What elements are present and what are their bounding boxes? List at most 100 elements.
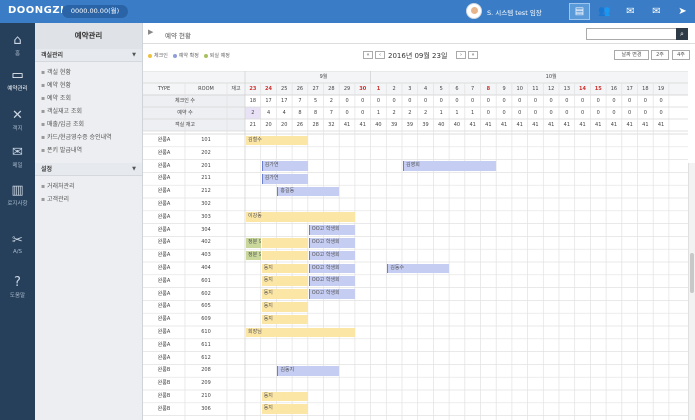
- month-label: 9월: [319, 74, 328, 80]
- reservation-bar[interactable]: [261, 250, 308, 261]
- prev-month-button[interactable]: «: [363, 51, 373, 59]
- summary-value: 7: [329, 110, 333, 116]
- summary-value: 0: [345, 98, 349, 104]
- nav-item-5[interactable]: ✂ A/S: [0, 233, 35, 255]
- nav-item-2[interactable]: ✕ 객지: [0, 108, 35, 132]
- nav-item-0[interactable]: ⌂ 홈: [0, 33, 35, 57]
- app-logo[interactable]: DOONGZI: [8, 5, 64, 16]
- summary-value: 4: [266, 110, 271, 116]
- nav-item-label: 메일: [12, 163, 23, 169]
- col-header-stock: 재고: [231, 86, 241, 92]
- reservation-bar[interactable]: 이강동: [246, 212, 355, 223]
- room-type: 완룸A: [157, 239, 171, 246]
- reservation-bar[interactable]: [261, 237, 308, 248]
- prev-day-button[interactable]: ‹: [375, 51, 385, 59]
- summary-value: 41: [359, 122, 366, 128]
- reservation-bar[interactable]: 동지: [261, 391, 308, 402]
- reservation-bar[interactable]: 김동지: [277, 365, 340, 376]
- reservation-bar[interactable]: 동지: [261, 314, 308, 325]
- col-header-room: ROOM: [198, 86, 214, 92]
- sidebar-item[interactable]: 예약 현황: [35, 79, 142, 92]
- mail-icon[interactable]: ✉: [646, 3, 667, 20]
- reservation-bar[interactable]: OO고 학생회: [308, 225, 355, 235]
- sidebar-item[interactable]: 예약 조회: [35, 92, 142, 105]
- page-header: ▶ 예약 현황 ⌕: [143, 23, 695, 44]
- room-number: 211: [201, 175, 211, 182]
- reservation-bar[interactable]: 동지: [261, 263, 308, 274]
- period-select-1[interactable]: 2주: [651, 50, 669, 60]
- sidebar-section-header[interactable]: 설정: [35, 163, 142, 176]
- summary-value: 17: [281, 98, 288, 104]
- reservation-bar[interactable]: OO고 학생회: [308, 237, 355, 248]
- period-select-2[interactable]: 4주: [672, 50, 690, 60]
- room-type: 완룸A: [157, 277, 171, 284]
- room-number: 612: [201, 354, 211, 361]
- scrollbar[interactable]: [688, 163, 695, 420]
- reservation-bar[interactable]: 회장님: [246, 327, 355, 338]
- reservation-bar[interactable]: OO고 학생회: [308, 289, 355, 299]
- nav-item-4[interactable]: ▥ 로지사항: [0, 183, 35, 207]
- summary-value: 0: [471, 98, 475, 104]
- nav-item-1[interactable]: ▭ 예약관리: [0, 68, 35, 92]
- day-header: 1: [376, 86, 381, 92]
- summary-value: 41: [610, 122, 618, 128]
- day-header: 19: [657, 86, 665, 92]
- room-number: 403: [201, 252, 211, 259]
- summary-value: 28: [312, 122, 319, 128]
- next-month-button[interactable]: »: [468, 51, 478, 59]
- summary-value: 0: [439, 98, 443, 104]
- summary-value: 41: [469, 122, 476, 128]
- chart-icon[interactable]: ▤: [569, 3, 590, 20]
- reservation-bar[interactable]: 김철수: [246, 135, 308, 146]
- next-day-button[interactable]: ›: [456, 51, 466, 59]
- summary-value: 0: [486, 98, 490, 104]
- room-number: 611: [201, 341, 211, 348]
- sidebar-item[interactable]: 거래처관리: [35, 180, 142, 193]
- arrow-icon[interactable]: ➤: [672, 3, 693, 20]
- reservation-bar[interactable]: 정분 도: [246, 250, 261, 261]
- nav-item-3[interactable]: ✉ 메일: [0, 145, 35, 169]
- reservation-bar[interactable]: 김가연: [261, 161, 308, 171]
- reservation-bar[interactable]: OO고 학생회: [308, 276, 355, 287]
- reservation-bar[interactable]: 동지: [261, 404, 308, 415]
- room-number: 202: [201, 149, 211, 156]
- sidebar-item[interactable]: 카드/현금영수증 승인내역: [35, 131, 142, 144]
- sidebar-item[interactable]: 폰키 발급내역: [35, 144, 142, 157]
- search-icon[interactable]: ⌕: [676, 28, 688, 40]
- search-input[interactable]: ⌕: [586, 28, 688, 40]
- room-type: 완룸A: [157, 201, 171, 207]
- date-change-button[interactable]: 날짜 변경: [614, 50, 649, 60]
- legend-item: 예약 확정: [172, 53, 199, 59]
- reservation-bar[interactable]: 김가연: [261, 173, 308, 184]
- reservation-bar[interactable]: 정분 도: [246, 237, 261, 248]
- reservation-bar[interactable]: OO고 학생회: [308, 250, 355, 261]
- sidebar-item[interactable]: 객실 현황: [35, 66, 142, 79]
- room-type: 완룸B: [157, 393, 171, 399]
- sidebar-section-header[interactable]: 객실관리: [35, 49, 142, 62]
- summary-value: 0: [345, 110, 349, 116]
- sidebar-item[interactable]: 고객관리: [35, 193, 142, 206]
- nav-item-6[interactable]: ? 도움말: [0, 275, 35, 299]
- reservation-bar[interactable]: 김영희: [403, 161, 497, 171]
- sidebar-item[interactable]: 매출/입금 조회: [35, 118, 142, 131]
- summary-value: 41: [579, 122, 586, 128]
- users-icon[interactable]: 👥: [594, 3, 615, 20]
- avatar[interactable]: [466, 3, 482, 19]
- day-header: 2: [392, 86, 396, 92]
- play-icon[interactable]: ▶: [148, 28, 153, 36]
- sidebar-item[interactable]: 객실재고 조회: [35, 105, 142, 118]
- reservation-bar[interactable]: 김동수: [387, 263, 450, 274]
- reservation-bar[interactable]: OO고 학생회: [308, 263, 355, 274]
- reservation-bar[interactable]: 동지: [261, 289, 308, 299]
- reservation-bar[interactable]: 동지: [261, 301, 308, 312]
- summary-value: 0: [502, 110, 506, 116]
- room-type: 완룸A: [157, 137, 171, 143]
- user-name[interactable]: S. 시스템 test 임장: [487, 7, 542, 17]
- room-type: 완룸A: [157, 188, 171, 195]
- room-number: 601: [201, 277, 211, 284]
- summary-value: 0: [549, 110, 553, 116]
- reservation-bar[interactable]: 동지: [261, 276, 308, 287]
- reservation-bar[interactable]: 홍길동: [277, 186, 340, 197]
- day-header: 6: [455, 86, 459, 92]
- envelope-x-icon[interactable]: ✉: [620, 3, 641, 20]
